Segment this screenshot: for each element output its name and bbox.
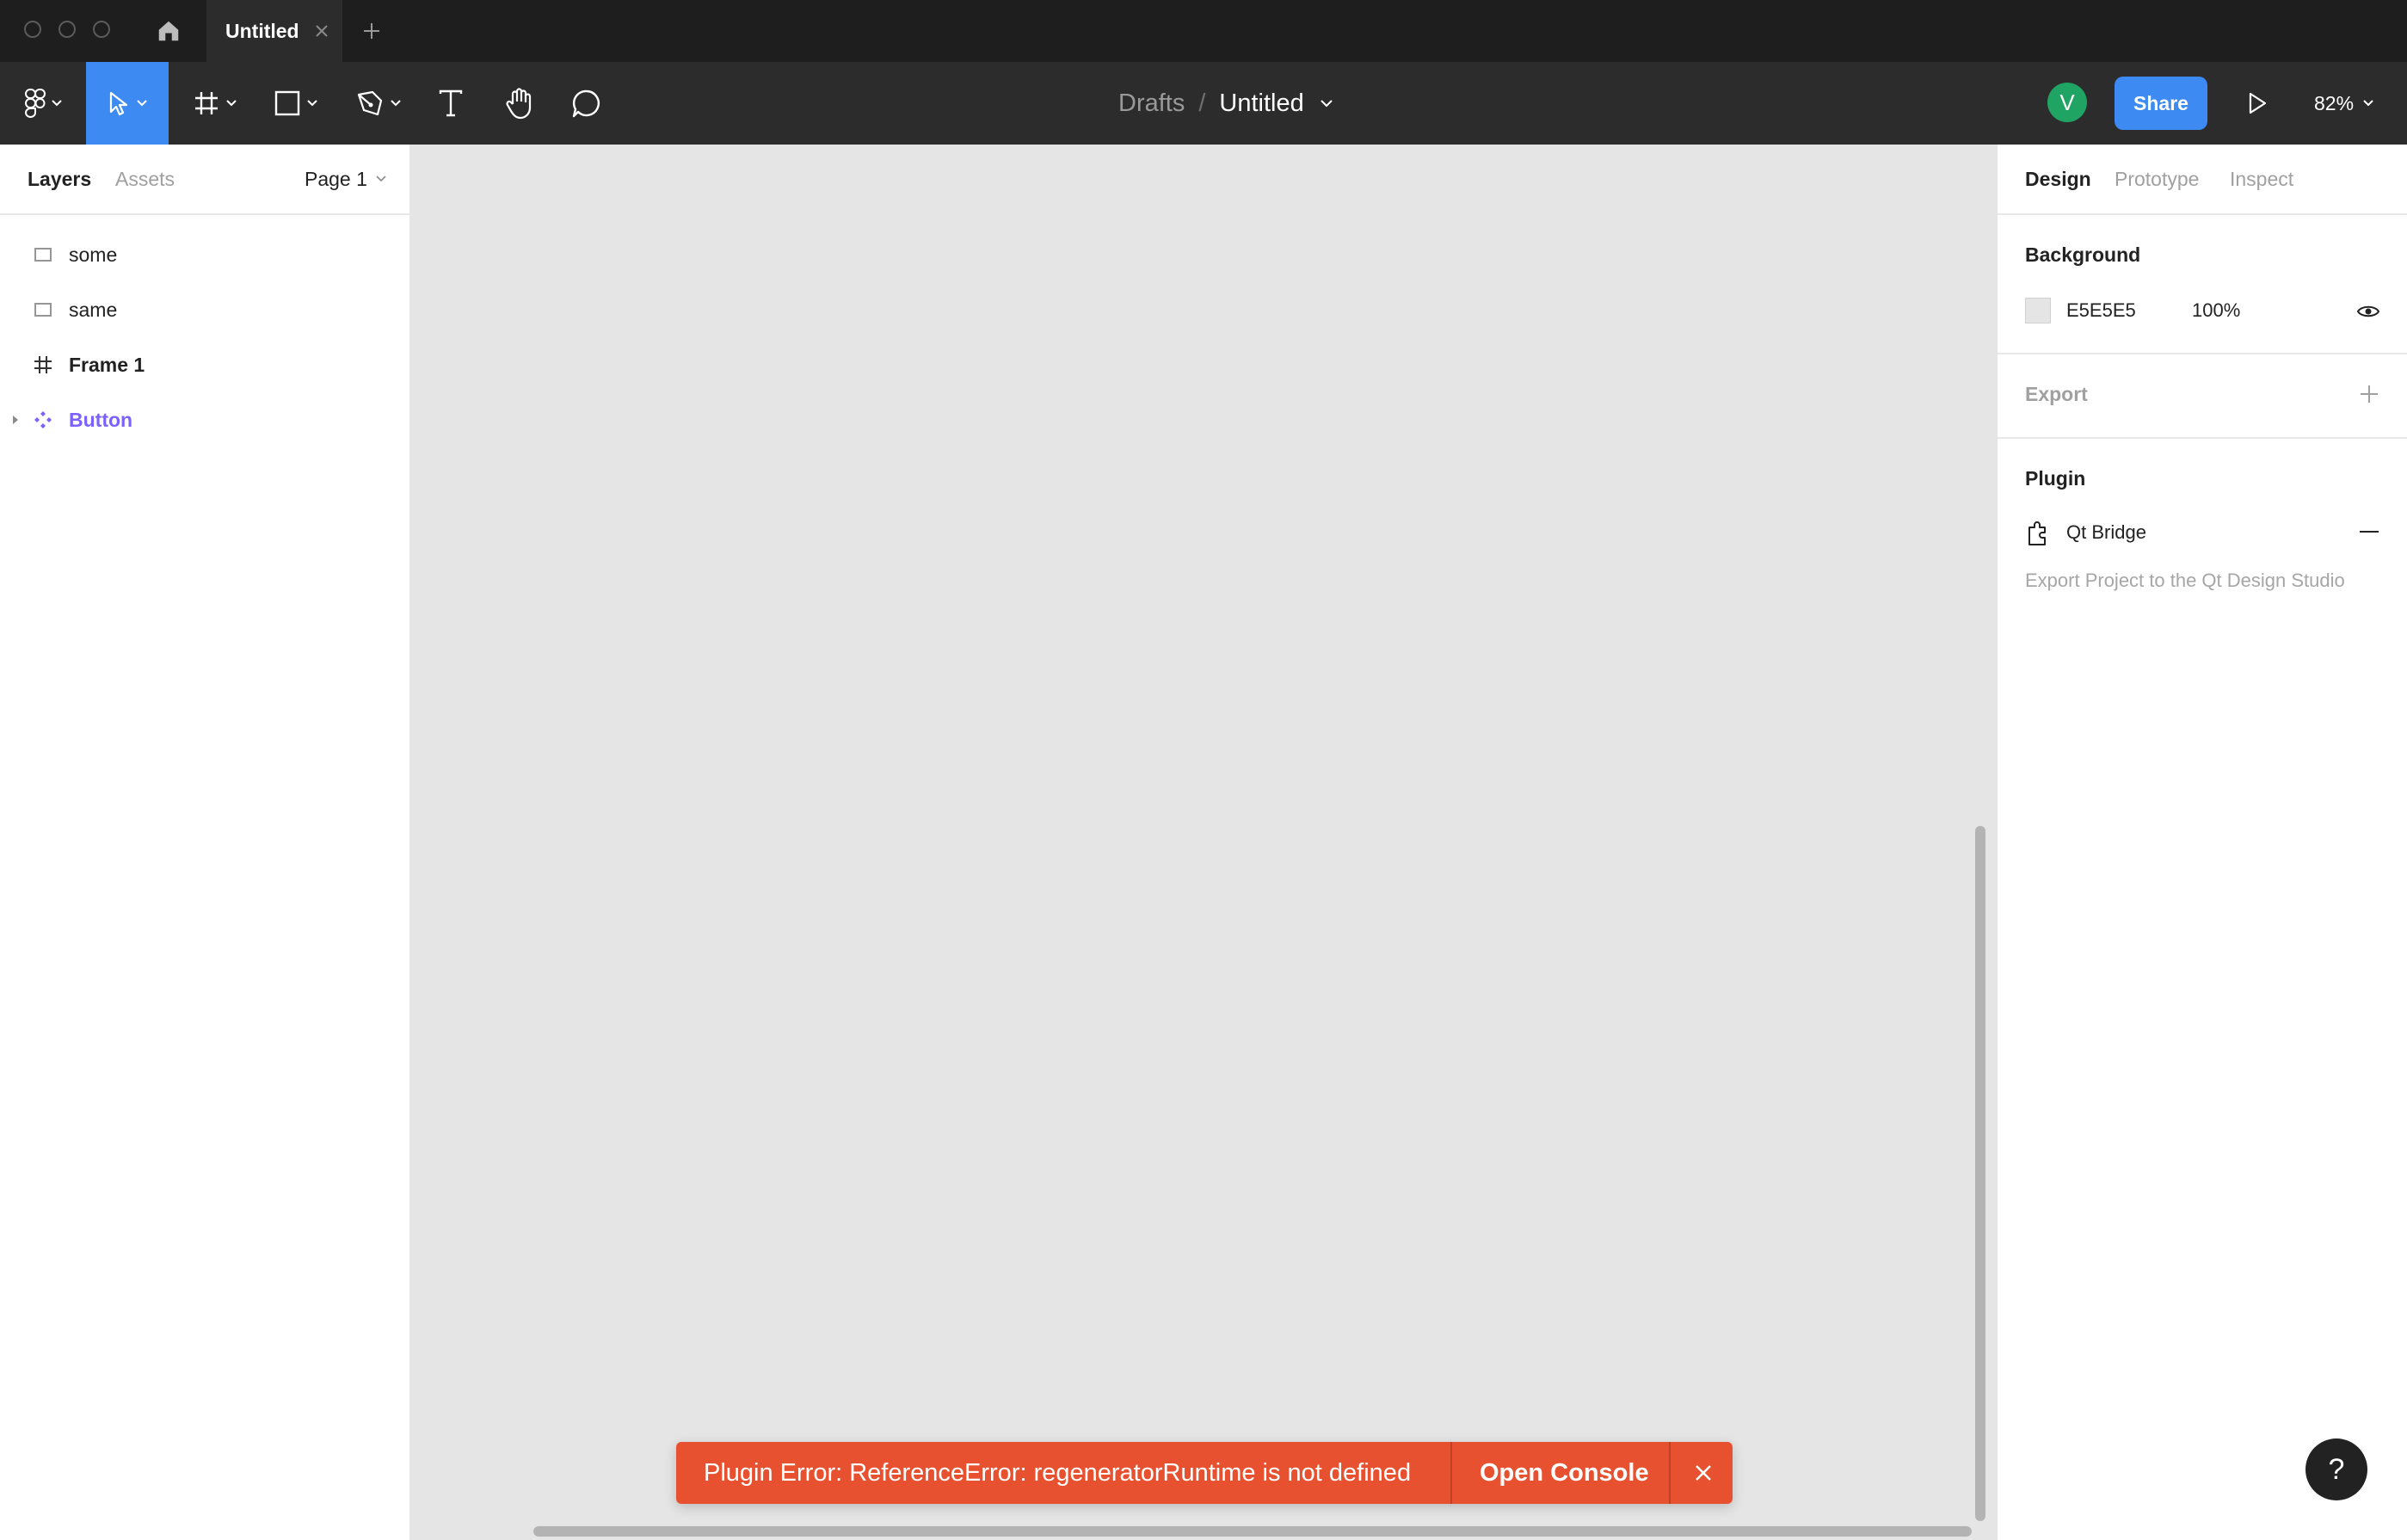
text-tool-button[interactable] bbox=[430, 62, 471, 145]
zoom-value: 82% bbox=[2314, 91, 2355, 114]
figma-logo-icon bbox=[25, 89, 46, 118]
plus-icon bbox=[364, 23, 379, 39]
breadcrumb-separator: / bbox=[1198, 89, 1206, 117]
tab-design[interactable]: Design bbox=[2025, 165, 2091, 193]
remove-plugin-button[interactable] bbox=[2357, 523, 2381, 540]
export-section-title: Export bbox=[2025, 383, 2088, 405]
file-name[interactable]: Untitled bbox=[1219, 89, 1303, 118]
toast-message: Plugin Error: ReferenceError: regenerato… bbox=[704, 1459, 1412, 1487]
open-console-button[interactable]: Open Console bbox=[1480, 1457, 1649, 1488]
help-button[interactable]: ? bbox=[2305, 1438, 2367, 1500]
layer-item[interactable]: some bbox=[0, 227, 409, 282]
toast-close-button[interactable] bbox=[1688, 1457, 1719, 1488]
pen-icon bbox=[357, 90, 383, 116]
layer-name: some bbox=[69, 243, 118, 266]
tab-prototype[interactable]: Prototype bbox=[2115, 165, 2199, 193]
zoom-dropdown[interactable]: 82% bbox=[2314, 86, 2374, 120]
layer-item[interactable]: Frame 1 bbox=[0, 337, 409, 392]
chevron-down-icon bbox=[2363, 100, 2373, 107]
plus-icon bbox=[2361, 385, 2378, 403]
chevron-down-icon bbox=[226, 100, 237, 107]
expand-caret-icon[interactable] bbox=[7, 411, 24, 428]
chevron-down-icon bbox=[376, 176, 386, 182]
chevron-down-icon bbox=[307, 100, 317, 107]
chevron-down-icon bbox=[137, 100, 147, 107]
frame-icon bbox=[31, 353, 55, 377]
canvas[interactable] bbox=[411, 145, 1996, 1540]
hand-tool-button[interactable] bbox=[497, 62, 542, 145]
comment-tool-button[interactable] bbox=[564, 62, 609, 145]
background-hex-input[interactable]: E5E5E5 bbox=[2066, 298, 2136, 323]
background-color-swatch[interactable] bbox=[2025, 298, 2051, 323]
minus-icon bbox=[2360, 531, 2379, 533]
layer-name: same bbox=[69, 299, 118, 321]
divider bbox=[1998, 213, 2407, 215]
cursor-arrow-icon bbox=[109, 91, 128, 116]
divider bbox=[1998, 353, 2407, 354]
add-export-button[interactable] bbox=[2357, 382, 2381, 406]
window-close-control[interactable] bbox=[24, 21, 41, 38]
play-icon bbox=[2249, 92, 2267, 114]
file-tab-label: Untitled bbox=[225, 20, 299, 42]
avatar[interactable]: V bbox=[2047, 83, 2087, 122]
tab-close-button[interactable] bbox=[310, 19, 334, 43]
layer-name: Frame 1 bbox=[69, 354, 145, 376]
chevron-down-icon bbox=[391, 100, 401, 107]
visibility-toggle[interactable] bbox=[2355, 299, 2381, 323]
tab-inspect[interactable]: Inspect bbox=[2230, 165, 2293, 193]
main-menu-button[interactable] bbox=[15, 62, 72, 145]
frame-icon bbox=[195, 92, 218, 114]
tab-assets[interactable]: Assets bbox=[115, 165, 175, 193]
shape-tool-button[interactable] bbox=[265, 62, 327, 145]
layer-item[interactable]: Button bbox=[0, 392, 409, 447]
plugin-description: Export Project to the Qt Design Studio bbox=[2025, 570, 2345, 591]
component-icon bbox=[31, 408, 55, 432]
hand-icon bbox=[506, 88, 532, 120]
home-button[interactable] bbox=[151, 14, 186, 48]
close-icon bbox=[1696, 1465, 1711, 1481]
window-minimize-control[interactable] bbox=[58, 21, 76, 38]
home-icon bbox=[158, 21, 179, 41]
title-bar: Untitled bbox=[0, 0, 2407, 62]
toast-divider bbox=[1450, 1442, 1452, 1504]
move-tool-button[interactable] bbox=[86, 62, 169, 145]
error-toast: Plugin Error: ReferenceError: regenerato… bbox=[676, 1442, 1733, 1504]
layer-item[interactable]: same bbox=[0, 282, 409, 337]
toast-divider bbox=[1669, 1442, 1671, 1504]
background-section-title: Background bbox=[2025, 243, 2141, 266]
present-button[interactable] bbox=[2237, 83, 2278, 124]
breadcrumb-folder-link[interactable]: Drafts bbox=[1118, 89, 1185, 118]
breadcrumb: Drafts / Untitled bbox=[1118, 62, 1333, 145]
properties-panel: Design Prototype Inspect Background E5E5… bbox=[1996, 145, 2407, 1540]
divider bbox=[1998, 437, 2407, 439]
plugin-name[interactable]: Qt Bridge bbox=[2066, 520, 2146, 545]
close-icon bbox=[316, 25, 328, 37]
page-name: Page 1 bbox=[305, 168, 367, 190]
rectangle-icon bbox=[274, 90, 300, 116]
text-icon bbox=[439, 89, 463, 117]
layer-name: Button bbox=[69, 409, 133, 431]
chevron-down-icon[interactable] bbox=[1320, 99, 1333, 108]
rectangle-icon bbox=[31, 243, 55, 267]
pen-tool-button[interactable] bbox=[346, 62, 411, 145]
comment-icon bbox=[572, 89, 600, 118]
window-maximize-control[interactable] bbox=[93, 21, 110, 38]
page-selector[interactable]: Page 1 bbox=[305, 165, 386, 193]
vertical-scrollbar[interactable] bbox=[1975, 826, 1985, 1521]
frame-tool-button[interactable] bbox=[184, 62, 246, 145]
new-tab-button[interactable] bbox=[356, 15, 387, 46]
file-tab[interactable]: Untitled bbox=[206, 0, 342, 62]
share-button[interactable]: Share bbox=[2115, 77, 2207, 130]
tab-layers[interactable]: Layers bbox=[28, 165, 91, 193]
left-panel-tabs: Layers Assets Page 1 bbox=[0, 145, 409, 215]
eye-icon bbox=[2356, 305, 2380, 317]
plugin-puzzle-icon bbox=[2025, 518, 2051, 547]
horizontal-scrollbar[interactable] bbox=[533, 1526, 1972, 1537]
plugin-section-title: Plugin bbox=[2025, 467, 2086, 490]
layers-panel: Layers Assets Page 1 some same Frame 1 B… bbox=[0, 145, 411, 1540]
rectangle-icon bbox=[31, 298, 55, 322]
background-opacity-input[interactable]: 100% bbox=[2192, 298, 2240, 323]
chevron-down-icon bbox=[52, 100, 62, 107]
